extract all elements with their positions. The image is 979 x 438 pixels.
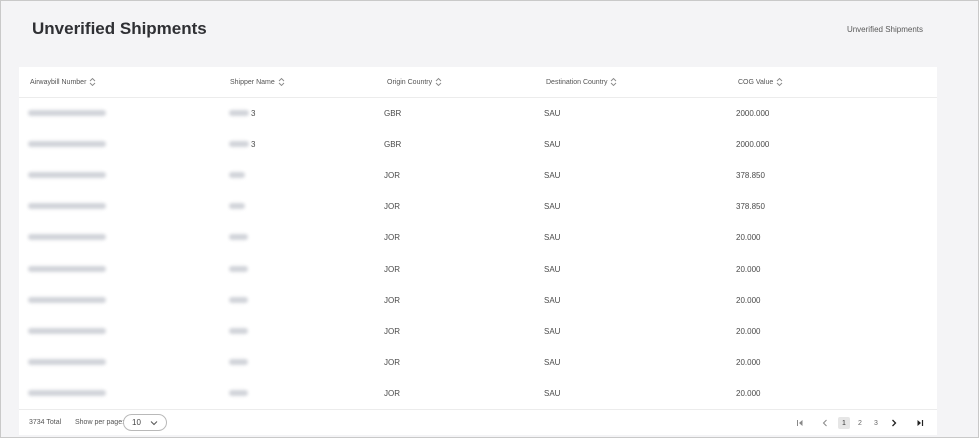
redacted-airwaybill [28,389,106,396]
redacted-airwaybill [28,234,106,241]
destination-country-cell: SAU [544,326,561,336]
redacted-shipper-name [229,327,248,334]
last-page-icon [917,420,924,426]
chevron-down-icon [150,421,158,426]
redacted-shipper-name [229,296,248,303]
origin-country-cell: JOR [384,388,400,398]
sort-icon[interactable] [278,77,285,87]
redacted-shipper-name [229,141,249,148]
destination-country-cell: SAU [544,171,561,181]
redacted-shipper-name [229,234,248,241]
per-page-select[interactable]: 10 [123,414,167,431]
origin-country-cell: JOR [384,357,400,367]
redacted-airwaybill [28,358,106,365]
destination-country-cell: SAU [544,357,561,367]
redacted-shipper-name [229,358,248,365]
table-row[interactable]: JOR SAU 378.850 [19,160,937,191]
cog-value-cell: 20.000 [736,264,761,274]
destination-country-cell: SAU [544,295,561,305]
table-row[interactable]: 3 GBR SAU 2000.000 [19,98,937,129]
redacted-shipper-name [229,203,245,210]
redacted-airwaybill [28,296,106,303]
chevron-left-icon [822,419,827,427]
first-page-icon [797,420,803,426]
redacted-airwaybill [28,141,106,148]
column-header-cog[interactable]: COG Value [738,77,783,87]
sort-icon[interactable] [610,77,617,87]
redacted-shipper-name [229,389,248,396]
chevron-right-icon [892,419,897,427]
redacted-shipper-name [229,172,245,179]
column-header-origin[interactable]: Origin Country [387,77,442,87]
origin-country-cell: JOR [384,326,400,336]
redacted-shipper-name [229,110,249,116]
table-row[interactable]: JOR SAU 20.000 [19,316,937,347]
table-row[interactable]: JOR SAU 20.000 [19,254,937,285]
origin-country-cell: GBR [384,140,402,150]
cog-value-cell: 20.000 [736,357,761,367]
sort-icon[interactable] [435,77,442,87]
redacted-airwaybill [28,265,106,272]
destination-country-cell: SAU [544,388,561,398]
origin-country-cell: JOR [384,295,400,305]
column-header-label: Airwaybill Number [30,78,87,86]
page-3-button[interactable]: 3 [870,417,882,429]
next-page-button[interactable] [888,417,900,429]
cog-value-cell: 378.850 [736,171,765,181]
cog-value-cell: 378.850 [736,202,765,212]
redacted-airwaybill [28,203,106,210]
table-footer: 3734 Total Show per page: 10 1 2 3 [19,409,937,435]
destination-country-cell: SAU [544,202,561,212]
per-page-value: 10 [132,418,141,427]
column-header-shipper[interactable]: Shipper Name [230,77,285,87]
breadcrumb[interactable]: Unverified Shipments [847,25,923,34]
column-header-label: Destination Country [546,78,608,86]
total-count: 3734 Total [29,419,62,426]
shipper-name-suffix: 3 [251,140,256,150]
cog-value-cell: 20.000 [736,388,761,398]
page-2-button[interactable]: 2 [854,417,866,429]
sort-icon[interactable] [89,77,96,87]
page-title: Unverified Shipments [32,19,207,38]
cog-value-cell: 20.000 [736,233,761,243]
previous-page-button[interactable] [819,417,831,429]
redacted-airwaybill [28,327,106,334]
sort-icon[interactable] [776,77,783,87]
column-header-airwaybill[interactable]: Airwaybill Number [30,77,96,87]
redacted-airwaybill [28,172,106,179]
cog-value-cell: 2000.000 [736,140,770,150]
column-header-destination[interactable]: Destination Country [546,77,617,87]
app-frame: Unverified Shipments Unverified Shipment… [0,0,979,438]
shipments-table-card: Airwaybill Number Shipper Name Origin Co… [19,67,937,435]
table-row[interactable]: JOR SAU 378.850 [19,191,937,222]
column-header-label: COG Value [738,78,774,86]
origin-country-cell: JOR [384,264,400,274]
first-page-button[interactable] [794,417,806,429]
table-row[interactable]: JOR SAU 20.000 [19,222,937,253]
origin-country-cell: JOR [384,233,400,243]
cog-value-cell: 20.000 [736,295,761,305]
redacted-airwaybill [28,110,106,116]
shipper-name-suffix: 3 [251,109,256,118]
destination-country-cell: SAU [544,264,561,274]
cog-value-cell: 2000.000 [736,109,770,118]
table-row[interactable]: JOR SAU 20.000 [19,285,937,316]
table-row[interactable]: 3 GBR SAU 2000.000 [19,129,937,160]
destination-country-cell: SAU [544,140,561,150]
per-page-label: Show per page: [75,419,125,426]
cog-value-cell: 20.000 [736,326,761,336]
destination-country-cell: SAU [544,109,561,118]
origin-country-cell: GBR [384,109,402,118]
origin-country-cell: JOR [384,202,400,212]
origin-country-cell: JOR [384,171,400,181]
last-page-button[interactable] [914,417,926,429]
redacted-shipper-name [229,265,248,272]
table-header: Airwaybill Number Shipper Name Origin Co… [19,67,937,98]
column-header-label: Origin Country [387,78,433,86]
page-1-button[interactable]: 1 [838,417,850,429]
table-row[interactable]: JOR SAU 20.000 [19,347,937,378]
destination-country-cell: SAU [544,233,561,243]
table-row[interactable]: JOR SAU 20.000 [19,378,937,409]
column-header-label: Shipper Name [230,78,275,86]
